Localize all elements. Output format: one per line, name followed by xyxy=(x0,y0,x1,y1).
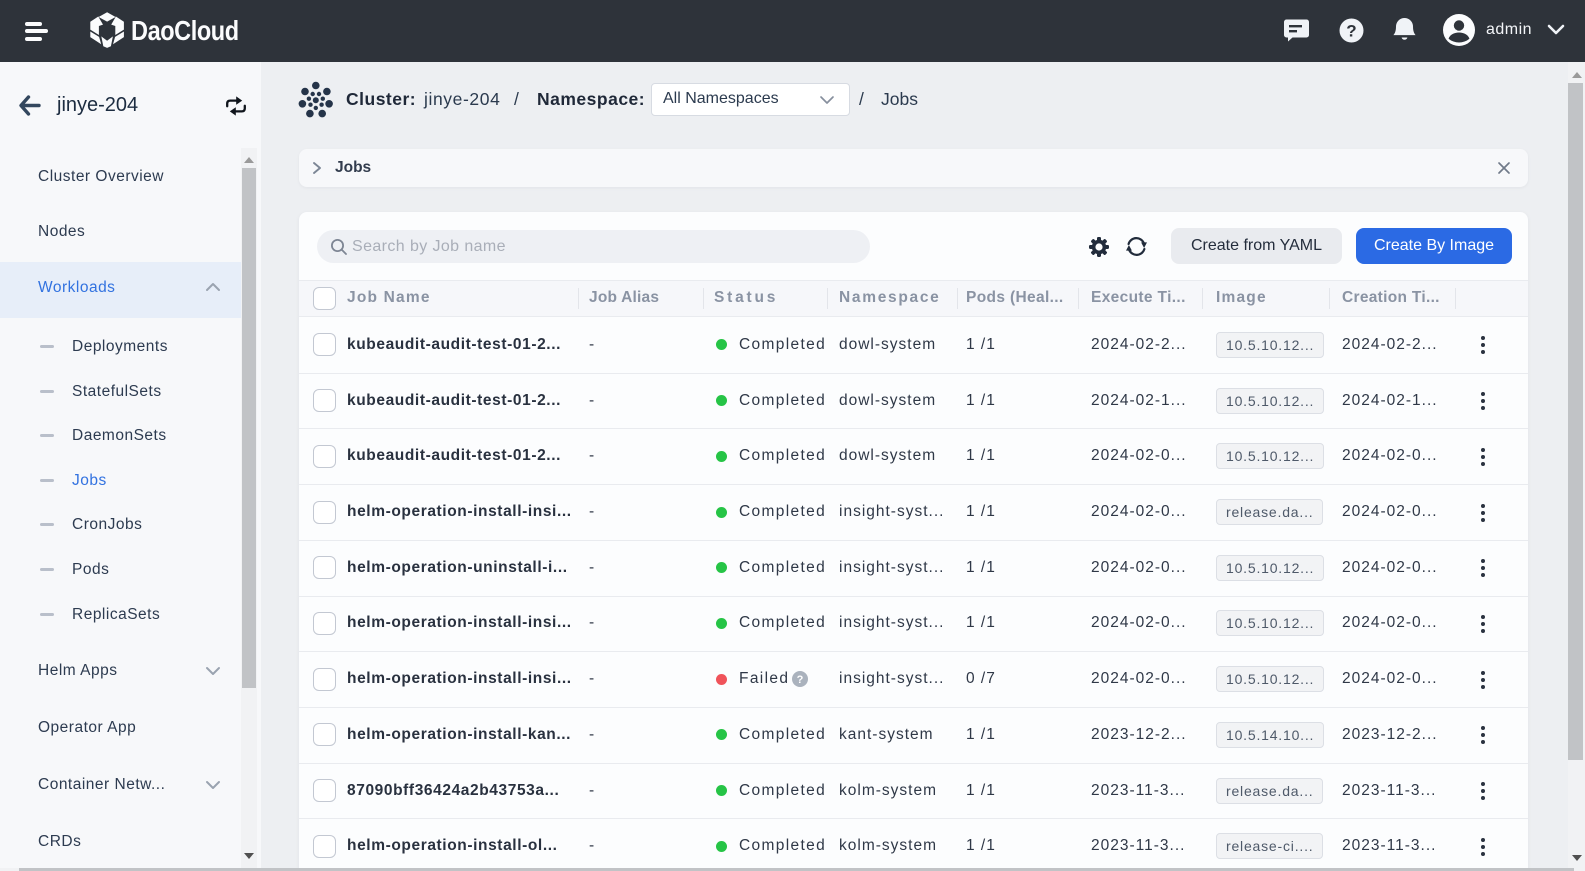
svg-text:?: ? xyxy=(1346,21,1356,40)
svg-text:?: ? xyxy=(797,674,804,686)
